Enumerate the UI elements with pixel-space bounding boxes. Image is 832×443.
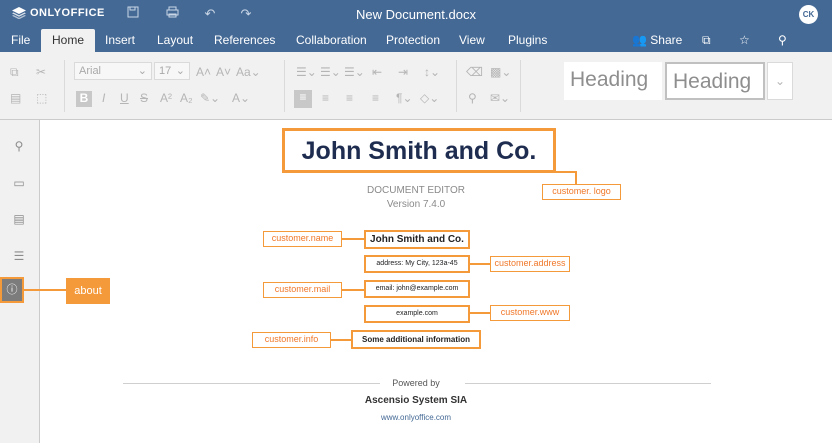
color-scheme-icon[interactable]: ▩⌄ [490,65,511,79]
strikethrough-icon[interactable]: S [140,91,148,105]
about-icon[interactable]: ⓘ [0,277,24,303]
share-button[interactable]: 👥 Share [632,32,682,48]
tab-collaboration[interactable]: Collaboration [285,29,378,52]
callout-customer-mail: customer.mail [263,282,342,298]
callout-line [24,289,66,291]
customer-info: Some additional information [351,330,481,349]
tab-plugins[interactable]: Plugins [497,29,558,52]
line-spacing-icon[interactable]: ↕⌄ [424,65,440,79]
highlight-icon[interactable]: ✎⌄ [200,91,220,105]
underline-icon[interactable]: U [120,91,129,105]
product-version: Version 7.4.0 [386,199,446,210]
search-icon[interactable]: ⚲ [778,32,787,48]
tab-view[interactable]: View [448,29,496,52]
open-location-icon[interactable]: ⧉ [702,32,711,48]
bullets-icon[interactable]: ☰⌄ [296,65,317,79]
customer-name: John Smith and Co. [364,230,470,249]
subscript-icon[interactable]: A₂ [180,91,193,105]
tab-home[interactable]: Home [41,29,96,52]
superscript-icon[interactable]: A² [160,91,172,105]
font-color-icon[interactable]: A⌄ [232,91,250,105]
share-label: Share [650,33,683,47]
separator [64,60,65,112]
customer-address: address: My City, 123a-45 [364,255,470,273]
navigation-icon[interactable]: ☰ [10,248,28,264]
tab-insert[interactable]: Insert [94,29,146,52]
multilevel-list-icon[interactable]: ☰⌄ [344,65,365,79]
italic-icon[interactable]: I [102,91,105,105]
callout-customer-address: customer.address [490,256,570,272]
style-preset-heading-1[interactable]: Heading [564,62,662,100]
tab-layout[interactable]: Layout [146,29,204,52]
company-link[interactable]: www.onlyoffice.com [0,413,832,422]
document-title: New Document.docx [356,7,476,22]
paragraph-marks-icon[interactable]: ¶⌄ [396,91,413,105]
callout-about: about [66,278,110,304]
favorite-icon[interactable]: ☆ [739,32,750,48]
shading-icon[interactable]: ◇⌄ [420,91,439,105]
copy-style-icon[interactable]: ⚲ [468,91,477,105]
chat-icon[interactable]: ▤ [10,211,28,227]
chevron-down-icon: ⌄ [137,65,147,77]
mail-merge-icon[interactable]: ✉⌄ [490,91,510,105]
search-icon[interactable]: ⚲ [10,138,28,154]
style-preset-heading-2[interactable]: Heading [665,62,765,100]
decrease-indent-icon[interactable]: ⇤ [372,65,382,79]
style-gallery-expand-icon[interactable]: ⌄ [767,62,793,100]
menu-bar: File Home Insert Layout References Colla… [0,29,832,52]
align-center-icon[interactable]: ≡ [322,91,329,105]
callout-line [470,312,490,314]
title-bar: ONLYOFFICE ↶ ↷ New Document.docx CK [0,0,832,29]
separator [284,60,285,112]
numbering-icon[interactable]: ☰⌄ [320,65,341,79]
clear-style-icon[interactable]: ⌫ [466,65,483,79]
tab-file[interactable]: File [0,29,41,52]
select-all-icon[interactable]: ⬚ [36,91,47,105]
callout-line [470,263,490,265]
copy-icon[interactable]: ⧉ [10,65,19,79]
tab-references[interactable]: References [203,29,286,52]
chevron-down-icon: ⌄ [175,65,185,77]
user-avatar[interactable]: CK [799,5,818,24]
align-left-icon[interactable]: ≡ [294,90,312,108]
toolbar: ⧉ ✂ ▤ ⬚ Arial ⌄ 17 ⌄ A˄ A˅ Aa⌄ B I U S A… [0,52,832,120]
separator [456,60,457,112]
decrease-font-icon[interactable]: A˅ [216,65,231,79]
callout-line [342,289,364,291]
customer-www: example.com [364,305,470,323]
customer-logo: John Smith and Co. [282,128,556,173]
customer-mail: email: john@example.com [364,280,470,298]
font-name-value: Arial [79,65,102,77]
increase-indent-icon[interactable]: ⇥ [398,65,408,79]
tab-protection[interactable]: Protection [375,29,451,52]
font-size-value: 17 [159,65,172,77]
cut-icon[interactable]: ✂ [36,65,46,79]
product-name: DOCUMENT EDITOR [367,185,465,196]
bold-icon[interactable]: B [76,91,92,107]
font-size-select[interactable]: 17 ⌄ [154,62,190,80]
increase-font-icon[interactable]: A˄ [196,65,211,79]
callout-line [331,339,351,341]
callout-line [555,171,577,173]
paste-icon[interactable]: ▤ [10,91,21,105]
company-name: Ascensio System SIA [364,395,468,406]
change-case-icon[interactable]: Aa⌄ [236,65,261,79]
share-icon: 👥 [632,33,647,47]
justify-icon[interactable]: ≡ [372,91,379,105]
callout-customer-info: customer.info [252,332,331,348]
separator [520,60,521,112]
callout-line [342,238,364,240]
align-right-icon[interactable]: ≡ [346,91,353,105]
powered-by: Powered by [392,378,440,388]
font-name-select[interactable]: Arial ⌄ [74,62,152,80]
callout-customer-www: customer.www [490,305,570,321]
callout-customer-name: customer.name [263,231,342,247]
